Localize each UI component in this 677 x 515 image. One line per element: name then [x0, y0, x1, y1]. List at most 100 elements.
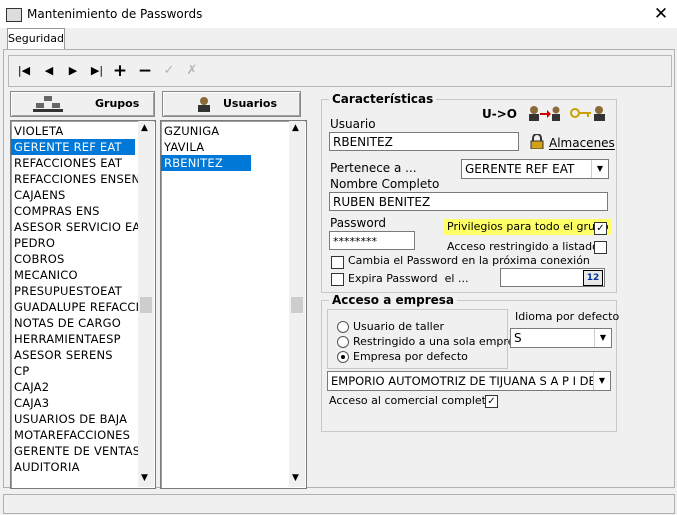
scroll-thumb[interactable] [140, 297, 152, 313]
cancel-button[interactable]: ✗ [183, 63, 201, 79]
delete-record-button[interactable]: − [136, 63, 154, 80]
almacenes-link[interactable]: Almacenes [549, 136, 615, 150]
comercial-label: Acceso al comercial completo [329, 394, 493, 407]
grupo-list-item[interactable]: CAJAENS [11, 187, 135, 203]
usuario-input[interactable]: RBENITEZ [329, 132, 519, 151]
caracteristicas-legend: Características [329, 92, 437, 106]
calendar-icon[interactable]: 12 [583, 270, 603, 286]
navigation-toolbar: |◀ ◀ ▶ ▶| + − ✓ ✗ [8, 55, 672, 87]
grupo-list-item[interactable]: CP [11, 363, 135, 379]
next-record-button[interactable]: ▶ [64, 63, 82, 79]
last-record-button[interactable]: ▶| [88, 63, 106, 79]
grupo-list-item[interactable]: REFACCIONES EAT [11, 155, 135, 171]
nombre-completo-label: Nombre Completo [330, 177, 440, 191]
idioma-label: Idioma por defecto [515, 310, 620, 323]
usuarios-label: Usuarios [223, 97, 278, 110]
expira-password-label: Expira Password el ... [348, 272, 469, 285]
pertenece-value: GERENTE REF EAT [465, 162, 575, 176]
key-user-icon[interactable] [570, 104, 608, 122]
u-to-o-label: U->O [482, 107, 517, 121]
privilegios-checkbox[interactable]: ✓ [594, 222, 607, 235]
confirm-button[interactable]: ✓ [160, 63, 178, 79]
grupo-list-item[interactable]: MECANICO [11, 267, 135, 283]
empresa-value: EMPORIO AUTOMOTRIZ DE TIJUANA S A P I DE… [331, 374, 611, 388]
window-title: Mantenimiento de Passwords [27, 7, 203, 21]
password-input[interactable]: ******** [329, 231, 415, 250]
check-icon: ✓ [487, 396, 496, 407]
grupo-list-item[interactable]: ASESOR SERVICIO EAT [11, 219, 147, 235]
idioma-value: S [514, 331, 522, 345]
scroll-up-icon[interactable]: ▲ [292, 123, 299, 133]
nombre-completo-input[interactable]: RUBEN BENITEZ [329, 192, 608, 211]
usuario-taller-radio[interactable] [337, 321, 349, 333]
usuarios-button[interactable]: Usuarios [162, 91, 301, 117]
add-record-button[interactable]: + [111, 63, 129, 80]
empresa-defecto-label: Empresa por defecto [353, 350, 468, 363]
tab-seguridad[interactable]: Seguridad [7, 28, 65, 50]
first-record-button[interactable]: |◀ [15, 63, 33, 79]
acceso-listados-checkbox[interactable] [594, 241, 607, 254]
restringido-radio[interactable] [337, 336, 349, 348]
grupo-list-item[interactable]: GUADALUPE REFACCIO [11, 299, 148, 315]
grupo-list-item[interactable]: PRESUPUESTOEAT [11, 283, 135, 299]
pertenece-select[interactable]: GERENTE REF EAT ▼ [461, 159, 609, 179]
usuario-list-item[interactable]: YAVILA [161, 139, 251, 155]
restringido-label: Restringido a una sola empresa [353, 335, 527, 348]
comercial-checkbox[interactable]: ✓ [485, 395, 498, 408]
grupo-list-item[interactable]: REFACCIONES ENSENA [11, 171, 148, 187]
expira-date-input[interactable]: 12 [500, 268, 605, 287]
grupo-list-item[interactable]: COBROS [11, 251, 135, 267]
grupo-list-item[interactable]: ASESOR SERENS [11, 347, 135, 363]
empresa-select[interactable]: EMPORIO AUTOMOTRIZ DE TIJUANA S A P I DE… [327, 371, 611, 391]
grupos-label: Grupos [95, 97, 140, 110]
scroll-thumb[interactable] [291, 297, 303, 313]
scroll-down-icon[interactable]: ▼ [292, 473, 299, 483]
expira-password-checkbox[interactable] [331, 273, 344, 286]
idioma-select[interactable]: S ▼ [510, 328, 612, 348]
acceso-listados-label: Acceso restringido a listados [447, 240, 605, 253]
pertenece-label: Pertenece a ... [330, 161, 417, 175]
chevron-down-icon[interactable]: ▼ [593, 372, 610, 390]
chevron-down-icon[interactable]: ▼ [591, 160, 608, 178]
user-icon [198, 97, 210, 112]
app-icon [6, 8, 22, 22]
password-label: Password [330, 216, 387, 230]
title-bar: Mantenimiento de Passwords ✕ [0, 0, 677, 28]
usuario-list-item[interactable]: RBENITEZ [161, 155, 251, 171]
scroll-up-icon[interactable]: ▲ [141, 123, 148, 133]
cambia-password-label: Cambia el Password en la próxima conexió… [348, 254, 590, 267]
privilegios-label: Privilegios para todo el grupo [447, 220, 609, 233]
grupos-scrollbar[interactable]: ▲ ▼ [138, 121, 154, 487]
close-button[interactable]: ✕ [650, 4, 672, 24]
usuarios-scrollbar[interactable]: ▲ ▼ [289, 121, 305, 487]
grupo-list-item[interactable]: MOTAREFACCIONES [11, 427, 135, 443]
usuario-taller-label: Usuario de taller [353, 320, 445, 333]
copy-user-icon[interactable] [528, 104, 560, 122]
scroll-down-icon[interactable]: ▼ [141, 473, 148, 483]
grupo-list-item[interactable]: HERRAMIENTAESP [11, 331, 135, 347]
grupos-list[interactable]: VIOLETA GERENTE REF EAT REFACCIONES EAT REF… [10, 120, 156, 489]
grupo-list-item[interactable]: CAJA2 [11, 379, 135, 395]
grupo-list-item[interactable]: CAJA3 [11, 395, 135, 411]
grupo-list-item[interactable]: VIOLETA [11, 123, 135, 139]
users-group-icon [33, 96, 63, 112]
prev-record-button[interactable]: ◀ [40, 63, 58, 79]
usuarios-list[interactable]: GZUNIGA YAVILA RBENITEZ ▲ ▼ [160, 120, 307, 489]
grupo-list-item[interactable]: COMPRAS ENS [11, 203, 135, 219]
usuario-label: Usuario [330, 117, 376, 131]
grupo-list-item[interactable]: USUARIOS DE BAJA [11, 411, 135, 427]
grupo-list-item[interactable]: AUDITORIA [11, 459, 135, 475]
acceso-empresa-legend: Acceso a empresa [329, 293, 458, 307]
empresa-defecto-radio[interactable] [337, 351, 349, 363]
grupos-button[interactable]: Grupos [10, 91, 155, 117]
grupo-list-item[interactable]: NOTAS DE CARGO [11, 315, 135, 331]
chevron-down-icon[interactable]: ▼ [594, 329, 611, 347]
grupo-list-item[interactable]: GERENTE REF EAT [11, 139, 135, 155]
status-bar [3, 494, 675, 514]
cambia-password-checkbox[interactable] [331, 256, 344, 269]
grupo-list-item[interactable]: PEDRO [11, 235, 135, 251]
usuario-list-item[interactable]: GZUNIGA [161, 123, 251, 139]
check-icon: ✓ [596, 223, 605, 234]
lock-icon [530, 134, 544, 149]
grupo-list-item[interactable]: GERENTE DE VENTAS [11, 443, 140, 459]
